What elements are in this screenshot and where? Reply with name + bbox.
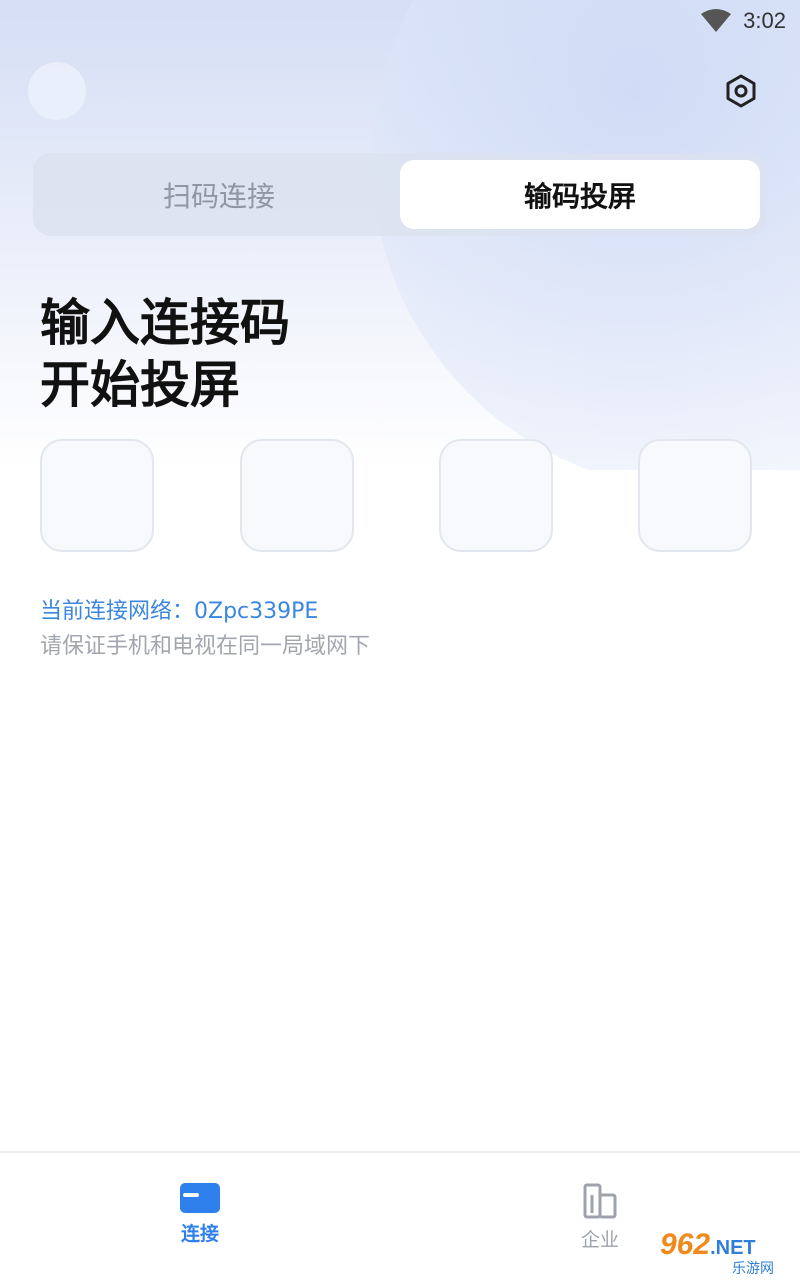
current-network: 当前连接网络：0Zpc339PE [40,599,319,624]
status-time: 3:02 [743,8,786,33]
nav-enterprise-label: 企业 [580,1229,619,1251]
building-icon [583,1183,617,1219]
wifi-icon [701,9,732,32]
code-input-4[interactable] [638,439,752,552]
decorative-dot [28,62,86,120]
nav-connect[interactable]: 连接 [140,1183,260,1263]
page-title: 输入连接码 开始投屏 [40,292,290,416]
page-title-line1: 输入连接码 [40,294,290,352]
watermark-logo: 962.NET 乐游网 [660,1228,796,1278]
watermark-main: 962.NET [660,1228,756,1261]
code-input-3[interactable] [439,439,553,552]
page-title-line2: 开始投屏 [40,356,240,414]
gear-icon [726,74,756,108]
mode-tabs: 扫码连接 输码投屏 [33,153,767,236]
watermark-sub: 乐游网 [732,1258,774,1278]
tab-scan-connect[interactable]: 扫码连接 [39,160,399,229]
code-input-2[interactable] [240,439,354,552]
code-input-1[interactable] [40,439,154,552]
settings-button[interactable] [718,68,764,114]
tab-code-cast[interactable]: 输码投屏 [400,160,760,229]
status-bar: 3:02 [0,0,800,42]
network-hint: 请保证手机和电视在同一局域网下 [40,634,371,659]
screen-icon [180,1183,220,1213]
nav-enterprise[interactable]: 企业 [540,1183,660,1263]
nav-connect-label: 连接 [180,1223,219,1245]
